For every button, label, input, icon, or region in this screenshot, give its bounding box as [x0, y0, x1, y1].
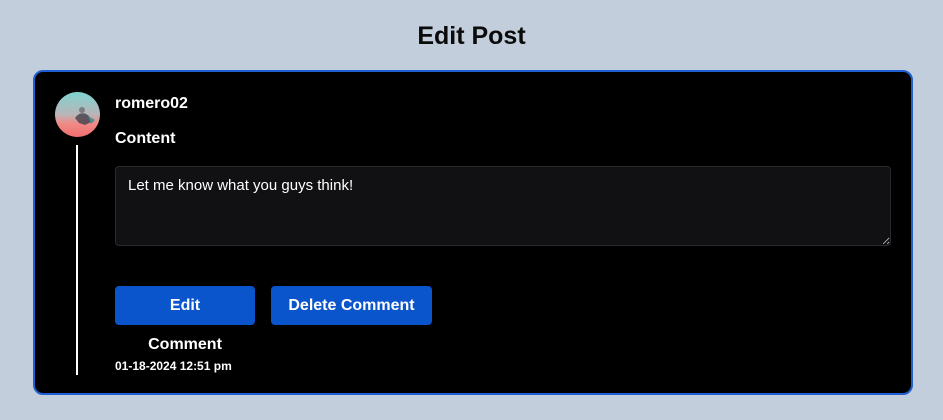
- username[interactable]: romero02: [115, 94, 188, 114]
- post-card: romero02 Content Edit Comment Delete Com…: [33, 70, 913, 395]
- content-label: Content: [115, 130, 176, 147]
- page-title: Edit Post: [417, 22, 526, 50]
- delete-comment-button[interactable]: Delete Comment: [271, 286, 432, 325]
- avatar[interactable]: [55, 92, 100, 137]
- timestamp: 01-18-2024 12:51 pm: [115, 359, 232, 373]
- content-textarea[interactable]: [115, 166, 891, 246]
- avatar-image: [55, 92, 100, 137]
- edit-comment-button[interactable]: Edit Comment: [115, 286, 255, 353]
- thread-line: [76, 145, 78, 375]
